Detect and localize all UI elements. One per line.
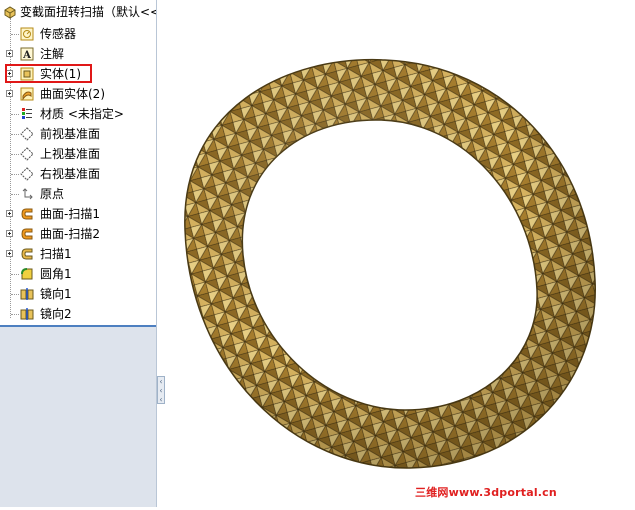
highlight-box (5, 64, 92, 83)
expand-icon[interactable] (6, 250, 13, 257)
tree-item-label: 镜向1 (40, 287, 72, 301)
surface-body-icon (20, 87, 34, 101)
graphics-viewport[interactable] (165, 0, 635, 507)
tree-item-fillet1[interactable]: 圆角1 (0, 264, 156, 284)
tree-item-label: 传感器 (40, 27, 77, 41)
ring-model[interactable] (165, 0, 635, 507)
tree-item-sensors[interactable]: 传感器 (0, 24, 156, 44)
tree-item-top-plane[interactable]: 上视基准面 (0, 144, 156, 164)
tree-item-label: 曲面-扫描1 (40, 207, 100, 221)
tree-item-label: 原点 (40, 187, 65, 201)
tree-branch (11, 274, 19, 275)
tree-item-label: 上视基准面 (40, 147, 101, 161)
tree-item-label: 圆角1 (40, 267, 72, 281)
annotation-icon: A (20, 47, 34, 61)
svg-text:A: A (22, 50, 31, 61)
tree-item-sweep1[interactable]: 扫描1 (0, 244, 156, 264)
mirror-icon (20, 308, 34, 320)
grip-arrow-icon: ‹ (159, 377, 163, 386)
tree-item-right-plane[interactable]: 右视基准面 (0, 164, 156, 184)
expand-icon[interactable] (6, 210, 13, 217)
plane-icon (20, 147, 34, 161)
tree-item-surface-sweep2[interactable]: 曲面-扫描2 (0, 224, 156, 244)
expand-icon[interactable] (6, 50, 13, 57)
tree-branch (11, 134, 19, 135)
tree-root[interactable]: 变截面扭转扫描（默认<< (0, 2, 157, 22)
tree-root-label: 变截面扭转扫描（默认<< (20, 5, 157, 19)
panel-splitter-handle[interactable]: ‹ ‹ ‹ (157, 376, 165, 404)
tree-item-label: 镜向2 (40, 307, 72, 321)
tree-item-label: 曲面实体(2) (40, 87, 105, 101)
tree-item-label: 材质 <未指定> (40, 107, 124, 121)
tree-item-mirror1[interactable]: 镜向1 (0, 284, 156, 304)
feature-manager-tree: 变截面扭转扫描（默认<< 传感器 A 注解 实体(1) 曲面实体(2) 材质 <… (0, 0, 157, 507)
plane-icon (20, 167, 34, 181)
tree-item-label: 扫描1 (40, 247, 72, 261)
tree-item-front-plane[interactable]: 前视基准面 (0, 124, 156, 144)
part-icon (4, 6, 16, 19)
tree-branch (11, 154, 19, 155)
tree-item-label: 右视基准面 (40, 167, 101, 181)
tree-item-label: 注解 (40, 47, 65, 61)
origin-icon (22, 188, 33, 200)
grip-arrow-icon: ‹ (159, 386, 163, 395)
tree-item-surface-bodies[interactable]: 曲面实体(2) (0, 84, 156, 104)
tree-empty-area (0, 325, 156, 507)
surface-sweep-icon (21, 208, 33, 220)
tree-item-annotations[interactable]: A 注解 (0, 44, 156, 64)
tree-branch (11, 114, 19, 115)
sensor-icon (20, 27, 34, 41)
tree-branch (11, 314, 19, 315)
tree-item-material[interactable]: 材质 <未指定> (0, 104, 156, 124)
tree-item-origin[interactable]: 原点 (0, 184, 156, 204)
material-icon (22, 108, 32, 119)
tree-item-mirror2[interactable]: 镜向2 (0, 304, 156, 324)
mirror-icon (20, 288, 34, 300)
tree-item-label: 曲面-扫描2 (40, 227, 100, 241)
sweep-icon (21, 248, 33, 260)
grip-arrow-icon: ‹ (159, 395, 163, 404)
tree-item-label: 前视基准面 (40, 127, 101, 141)
tree-branch (11, 294, 19, 295)
watermark-text: 三维网www.3dportal.cn (415, 486, 557, 499)
expand-icon[interactable] (6, 230, 13, 237)
surface-sweep-icon (21, 228, 33, 240)
tree-branch (11, 174, 19, 175)
plane-icon (20, 127, 34, 141)
expand-icon[interactable] (6, 90, 13, 97)
tree-branch (11, 194, 19, 195)
tree-branch (11, 34, 19, 35)
tree-item-surface-sweep1[interactable]: 曲面-扫描1 (0, 204, 156, 224)
fillet-icon (21, 268, 33, 280)
